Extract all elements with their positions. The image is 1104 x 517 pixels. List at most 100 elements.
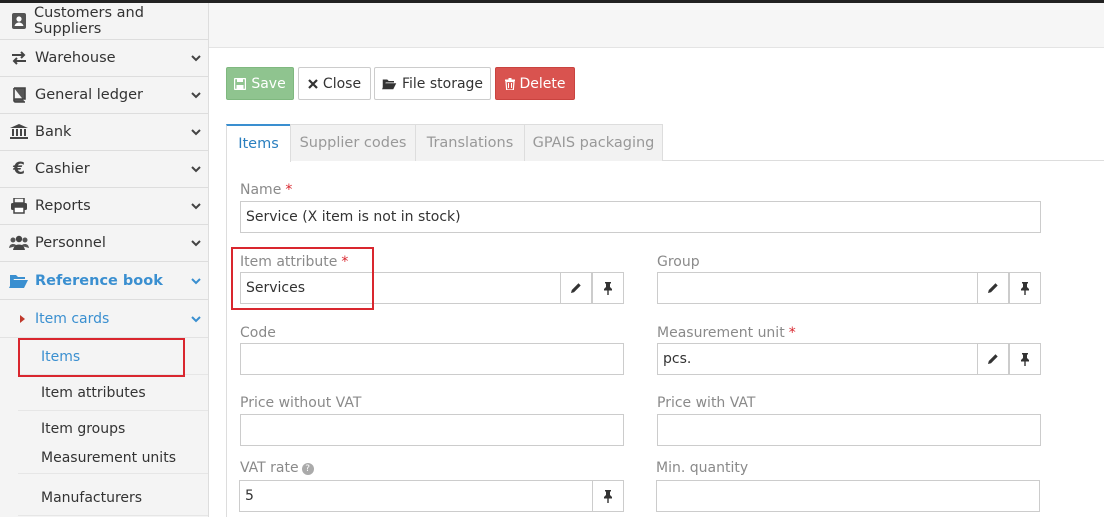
tab-label: GPAIS packaging: [532, 135, 655, 151]
price-without-vat-label: Price without VAT: [240, 395, 362, 411]
sidebar-item-label: Customers and Suppliers: [34, 5, 144, 37]
vat-rate-label: VAT rate?: [240, 460, 314, 476]
folder-open-icon: [381, 79, 397, 89]
price-with-vat-input[interactable]: [657, 414, 1041, 446]
sidebar-item-label: Item cards: [35, 311, 110, 327]
euro-icon: €: [13, 159, 25, 179]
save-button-label: Save: [251, 75, 286, 92]
highlight-item-attribute: [231, 247, 374, 310]
measurement-unit-pin-button[interactable]: [1009, 343, 1041, 375]
close-button[interactable]: Close: [298, 67, 371, 100]
transfer-arrows-icon: [8, 48, 30, 68]
code-label: Code: [240, 325, 276, 341]
chevron-down-icon: [191, 278, 201, 285]
delete-button[interactable]: Delete: [495, 67, 575, 100]
tab-label: Items: [238, 136, 279, 152]
sidebar-item-label: Cashier: [35, 161, 90, 177]
sidebar-leaf-label: Item attributes: [41, 384, 146, 401]
floppy-icon: [234, 77, 247, 90]
sidebar-item-reports[interactable]: Reports: [0, 188, 208, 225]
close-icon: [308, 78, 318, 89]
pin-icon: [604, 281, 612, 295]
sidebar-leaf-label: Item groups: [41, 420, 126, 437]
vat-rate-input-value: 5: [245, 488, 254, 504]
pin-icon: [1021, 281, 1029, 295]
sidebar-item-cashier[interactable]: € Cashier: [0, 151, 208, 188]
tab-supplier-codes[interactable]: Supplier codes: [290, 124, 416, 161]
sidebar-item-bank[interactable]: Bank: [0, 114, 208, 151]
sidebar: Customers and Suppliers Warehouse Genera…: [0, 3, 209, 517]
sidebar-item-warehouse[interactable]: Warehouse: [0, 40, 208, 77]
file-storage-button[interactable]: File storage: [374, 67, 491, 100]
sidebar-item-personnel[interactable]: Personnel: [0, 225, 208, 262]
sidebar-item-label: Reports: [35, 198, 91, 214]
file-storage-button-label: File storage: [401, 75, 484, 92]
sidebar-item-general-ledger[interactable]: General ledger: [0, 77, 208, 114]
sidebar-leaf-item-attributes[interactable]: Item attributes: [18, 375, 208, 411]
tab-bar: Items Supplier codes Translations GPAIS …: [226, 124, 1104, 162]
sidebar-item-label: Reference book: [35, 273, 163, 289]
sidebar-item-label: Personnel: [35, 235, 106, 251]
measurement-unit-input-value: pcs.: [663, 351, 692, 367]
main-header: [209, 3, 1104, 48]
sidebar-item-label: Bank: [35, 124, 72, 140]
sidebar-item-customers-and-suppliers[interactable]: Customers and Suppliers: [0, 3, 208, 40]
address-book-icon: [8, 11, 29, 31]
tab-translations[interactable]: Translations: [415, 124, 525, 161]
sidebar-leaf-label: Measurement units: [41, 450, 176, 466]
users-icon: [8, 233, 30, 253]
trash-icon: [504, 77, 515, 90]
sidebar-leaf-label: Manufacturers: [41, 489, 143, 506]
measurement-unit-input[interactable]: pcs.: [657, 343, 978, 375]
chevron-down-icon: [191, 55, 201, 62]
pencil-icon: [988, 354, 998, 364]
tab-label: Supplier codes: [299, 135, 407, 151]
price-without-vat-input[interactable]: [240, 414, 624, 446]
name-input[interactable]: Service (X item is not in stock): [240, 201, 1041, 233]
measurement-unit-label: Measurement unit *: [657, 325, 796, 341]
group-input[interactable]: [657, 272, 978, 304]
printer-icon: [8, 196, 30, 216]
sidebar-leaf-measurement-units[interactable]: Measurement units: [18, 446, 208, 474]
chevron-down-icon: [191, 129, 201, 136]
sidebar-leaf-manufacturers[interactable]: Manufacturers: [18, 480, 208, 516]
min-quantity-label: Min. quantity: [656, 460, 749, 476]
chevron-down-icon: [191, 203, 201, 210]
tab-items[interactable]: Items: [226, 124, 291, 162]
price-with-vat-label: Price with VAT: [657, 395, 756, 411]
group-label: Group: [657, 254, 700, 270]
name-label: Name *: [240, 182, 293, 198]
chevron-down-icon: [191, 316, 201, 323]
chevron-down-icon: [191, 166, 201, 173]
sidebar-item-item-cards[interactable]: Item cards: [0, 301, 208, 338]
vat-rate-input[interactable]: 5: [239, 480, 593, 512]
tab-gpais-packaging[interactable]: GPAIS packaging: [524, 124, 663, 161]
item-attribute-edit-button[interactable]: [560, 272, 592, 304]
bank-icon: [8, 122, 30, 142]
sidebar-leaf-item-groups[interactable]: Item groups: [18, 411, 208, 447]
vat-rate-pin-button[interactable]: [592, 480, 624, 512]
delete-button-label: Delete: [519, 75, 566, 92]
folder-open-icon: [8, 271, 30, 291]
sidebar-item-label: Warehouse: [35, 50, 116, 66]
highlight-items: [18, 338, 185, 377]
question-circle-icon[interactable]: ?: [301, 463, 314, 475]
pencil-icon: [571, 283, 581, 293]
save-button[interactable]: Save: [226, 67, 294, 100]
pin-icon: [1021, 352, 1029, 366]
caret-right-icon: [20, 315, 25, 323]
item-attribute-pin-button[interactable]: [592, 272, 624, 304]
tab-label: Translations: [426, 135, 514, 151]
chevron-down-icon: [191, 92, 201, 99]
name-input-value: Service (X item is not in stock): [246, 209, 461, 225]
chevron-down-icon: [191, 240, 201, 247]
sidebar-item-reference-book[interactable]: Reference book: [0, 263, 208, 300]
group-edit-button[interactable]: [977, 272, 1009, 304]
group-pin-button[interactable]: [1009, 272, 1041, 304]
code-input[interactable]: [240, 343, 624, 375]
book-icon: [8, 85, 30, 105]
pin-icon: [604, 489, 612, 503]
min-quantity-input[interactable]: [656, 480, 1040, 512]
pencil-icon: [988, 283, 998, 293]
measurement-unit-edit-button[interactable]: [977, 343, 1009, 375]
